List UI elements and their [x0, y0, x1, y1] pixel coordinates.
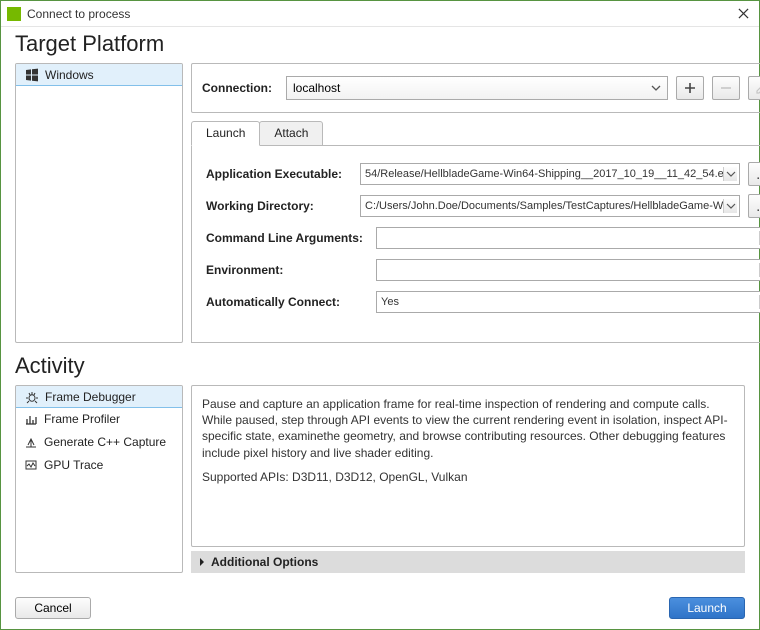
remove-connection-button[interactable] — [712, 76, 740, 100]
capture-icon — [24, 435, 38, 449]
tab-launch[interactable]: Launch — [191, 121, 260, 146]
target-platform-heading: Target Platform — [1, 27, 759, 63]
connection-label: Connection: — [202, 81, 278, 95]
environment-label: Environment: — [206, 263, 368, 277]
chevron-down-icon — [723, 199, 737, 213]
activity-list: Frame Debugger Frame Profiler Generate C… — [15, 385, 183, 573]
activity-item-label: Frame Debugger — [45, 390, 136, 404]
tab-attach[interactable]: Attach — [259, 121, 323, 146]
chevron-down-icon — [723, 167, 737, 181]
app-executable-field[interactable]: 54/Release/HellbladeGame-Win64-Shipping_… — [360, 163, 740, 185]
app-executable-value: 54/Release/HellbladeGame-Win64-Shipping_… — [365, 168, 735, 180]
connection-group: Connection: localhost — [191, 63, 760, 113]
launch-attach-tabs: Launch Attach — [191, 121, 760, 146]
launch-form: Application Executable: 54/Release/Hellb… — [191, 145, 760, 343]
activity-item-label: Frame Profiler — [44, 412, 120, 426]
activity-description-panel: Pause and capture an application frame f… — [191, 385, 745, 547]
activity-heading: Activity — [1, 343, 759, 385]
activity-description-p2: Supported APIs: D3D11, D3D12, OpenGL, Vu… — [202, 469, 734, 485]
cancel-button[interactable]: Cancel — [15, 597, 91, 619]
close-button[interactable] — [733, 4, 753, 24]
activity-item-gpu-trace[interactable]: GPU Trace — [16, 453, 182, 476]
windows-icon — [25, 68, 39, 82]
activity-item-frame-debugger[interactable]: Frame Debugger — [15, 385, 183, 408]
cmdline-args-field[interactable] — [376, 227, 760, 249]
titlebar: Connect to process — [1, 1, 759, 27]
app-logo — [7, 7, 21, 21]
trace-icon — [24, 458, 38, 472]
browse-executable-button[interactable]: ... — [748, 162, 760, 186]
activity-item-frame-profiler[interactable]: Frame Profiler — [16, 407, 182, 430]
additional-options-toggle[interactable]: Additional Options — [191, 551, 745, 573]
autoconnect-label: Automatically Connect: — [206, 295, 368, 309]
chevron-right-icon — [197, 557, 207, 567]
platform-item-label: Windows — [45, 68, 94, 82]
add-connection-button[interactable] — [676, 76, 704, 100]
working-dir-field[interactable]: C:/Users/John.Doe/Documents/Samples/Test… — [360, 195, 740, 217]
window-title: Connect to process — [27, 7, 130, 21]
additional-options-label: Additional Options — [211, 555, 318, 569]
launch-button[interactable]: Launch — [669, 597, 745, 619]
environment-field[interactable] — [376, 259, 760, 281]
browse-workdir-button[interactable]: ... — [748, 194, 760, 218]
edit-connection-button[interactable] — [748, 76, 760, 100]
working-dir-value: C:/Users/John.Doe/Documents/Samples/Test… — [365, 200, 723, 212]
connection-value: localhost — [293, 81, 340, 95]
activity-description-p1: Pause and capture an application frame f… — [202, 396, 734, 461]
activity-item-generate-capture[interactable]: Generate C++ Capture — [16, 430, 182, 453]
platform-item-windows[interactable]: Windows — [15, 63, 183, 86]
app-executable-label: Application Executable: — [206, 167, 352, 181]
activity-item-label: GPU Trace — [44, 458, 103, 472]
autoconnect-field[interactable]: Yes — [376, 291, 760, 313]
bug-icon — [25, 390, 39, 404]
chevron-down-icon — [649, 81, 663, 95]
activity-item-label: Generate C++ Capture — [44, 435, 166, 449]
connection-combo[interactable]: localhost — [286, 76, 668, 100]
cmdline-args-label: Command Line Arguments: — [206, 231, 368, 245]
platform-list: Windows — [15, 63, 183, 343]
autoconnect-value: Yes — [381, 296, 399, 308]
working-dir-label: Working Directory: — [206, 199, 352, 213]
bar-chart-icon — [24, 412, 38, 426]
